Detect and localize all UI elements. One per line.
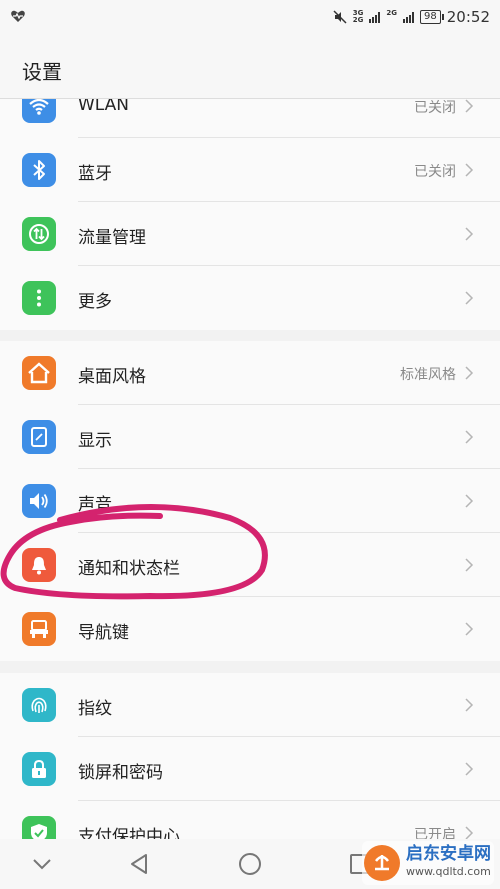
back-icon[interactable]: [128, 852, 152, 876]
status-bar: 3G 2G 2G 98 20:52: [0, 0, 500, 34]
settings-group-network: WLAN 已关闭 蓝牙 已关闭 流量管理 更多: [0, 99, 500, 330]
settings-item-data-usage[interactable]: 流量管理: [0, 202, 500, 266]
chevron-right-icon: [465, 227, 474, 241]
display-icon: [22, 420, 56, 454]
bluetooth-icon: [22, 153, 56, 187]
settings-group-device: 桌面风格 标准风格 显示 声音 通知和状态栏 导航键: [0, 341, 500, 661]
mute-icon: [333, 10, 347, 24]
nav-key-icon: [22, 612, 56, 646]
chevron-right-icon: [465, 762, 474, 776]
watermark: 启东安卓网 www.qdltd.com: [362, 841, 494, 885]
wifi-icon: [22, 99, 56, 123]
settings-item-notifications[interactable]: 通知和状态栏: [0, 533, 500, 597]
settings-item-value: 已关闭: [414, 164, 456, 180]
chevron-right-icon: [465, 698, 474, 712]
chevron-right-icon: [465, 366, 474, 380]
chevron-right-icon: [465, 99, 474, 113]
home-icon: [22, 356, 56, 390]
settings-item-display[interactable]: 显示: [0, 405, 500, 469]
network-type-1: 3G 2G: [352, 9, 364, 24]
status-icons: 3G 2G 2G 98 20:52: [333, 6, 490, 28]
watermark-logo-icon: [364, 845, 400, 881]
settings-item-home-style[interactable]: 桌面风格 标准风格: [0, 341, 500, 405]
watermark-url: www.qdltd.com: [406, 865, 491, 878]
signal-icon-1: [369, 11, 381, 23]
settings-item-label: 声音: [78, 495, 112, 515]
settings-item-value: 已关闭: [414, 100, 456, 116]
settings-item-label: 更多: [78, 292, 112, 312]
chevron-right-icon: [465, 622, 474, 636]
settings-item-label: 桌面风格: [78, 367, 146, 387]
clock: 20:52: [446, 8, 490, 26]
battery-indicator: 98: [420, 10, 444, 24]
settings-item-label: 显示: [78, 431, 112, 451]
settings-item-label: 蓝牙: [78, 164, 112, 184]
chevron-right-icon: [465, 430, 474, 444]
more-icon: [22, 281, 56, 315]
shield-check-icon: [22, 816, 56, 839]
speaker-icon: [22, 484, 56, 518]
chevron-down-icon[interactable]: [30, 852, 54, 876]
settings-item-label: 导航键: [78, 623, 129, 643]
title-bar: 设置: [0, 34, 500, 99]
settings-item-value: 标准风格: [400, 367, 456, 383]
data-usage-icon: [22, 217, 56, 251]
network-type-2: 2G: [386, 9, 398, 17]
settings-item-payment-protection[interactable]: 支付保护中心 已开启: [0, 801, 500, 839]
settings-item-label: 通知和状态栏: [78, 559, 180, 579]
settings-item-value: 已开启: [414, 827, 456, 839]
fingerprint-icon: [22, 688, 56, 722]
home-circle-icon[interactable]: [238, 852, 262, 876]
signal-icon-2: [403, 11, 415, 23]
chevron-right-icon: [465, 291, 474, 305]
chevron-right-icon: [465, 558, 474, 572]
lock-icon: [22, 752, 56, 786]
chevron-right-icon: [465, 826, 474, 839]
watermark-title: 启东安卓网: [406, 844, 491, 864]
chevron-right-icon: [465, 494, 474, 508]
settings-item-fingerprint[interactable]: 指纹: [0, 673, 500, 737]
settings-item-wlan[interactable]: WLAN 已关闭: [0, 99, 500, 138]
heart-pulse-icon: [11, 10, 25, 22]
settings-item-label: 支付保护中心: [78, 827, 180, 839]
settings-item-label: WLAN: [78, 99, 130, 115]
bell-icon: [22, 548, 56, 582]
settings-list[interactable]: WLAN 已关闭 蓝牙 已关闭 流量管理 更多 桌面风格 标准风格 显示 声音 …: [0, 99, 500, 839]
settings-item-label: 锁屏和密码: [78, 763, 163, 783]
page-title: 设置: [22, 60, 62, 84]
settings-item-sound[interactable]: 声音: [0, 469, 500, 533]
settings-item-bluetooth[interactable]: 蓝牙 已关闭: [0, 138, 500, 202]
settings-group-security: 指纹 锁屏和密码 支付保护中心 已开启: [0, 673, 500, 839]
settings-item-label: 流量管理: [78, 228, 146, 248]
chevron-right-icon: [465, 163, 474, 177]
settings-item-more[interactable]: 更多: [0, 266, 500, 330]
settings-item-label: 指纹: [78, 699, 112, 719]
settings-item-nav-key[interactable]: 导航键: [0, 597, 500, 661]
settings-item-lock-screen[interactable]: 锁屏和密码: [0, 737, 500, 801]
